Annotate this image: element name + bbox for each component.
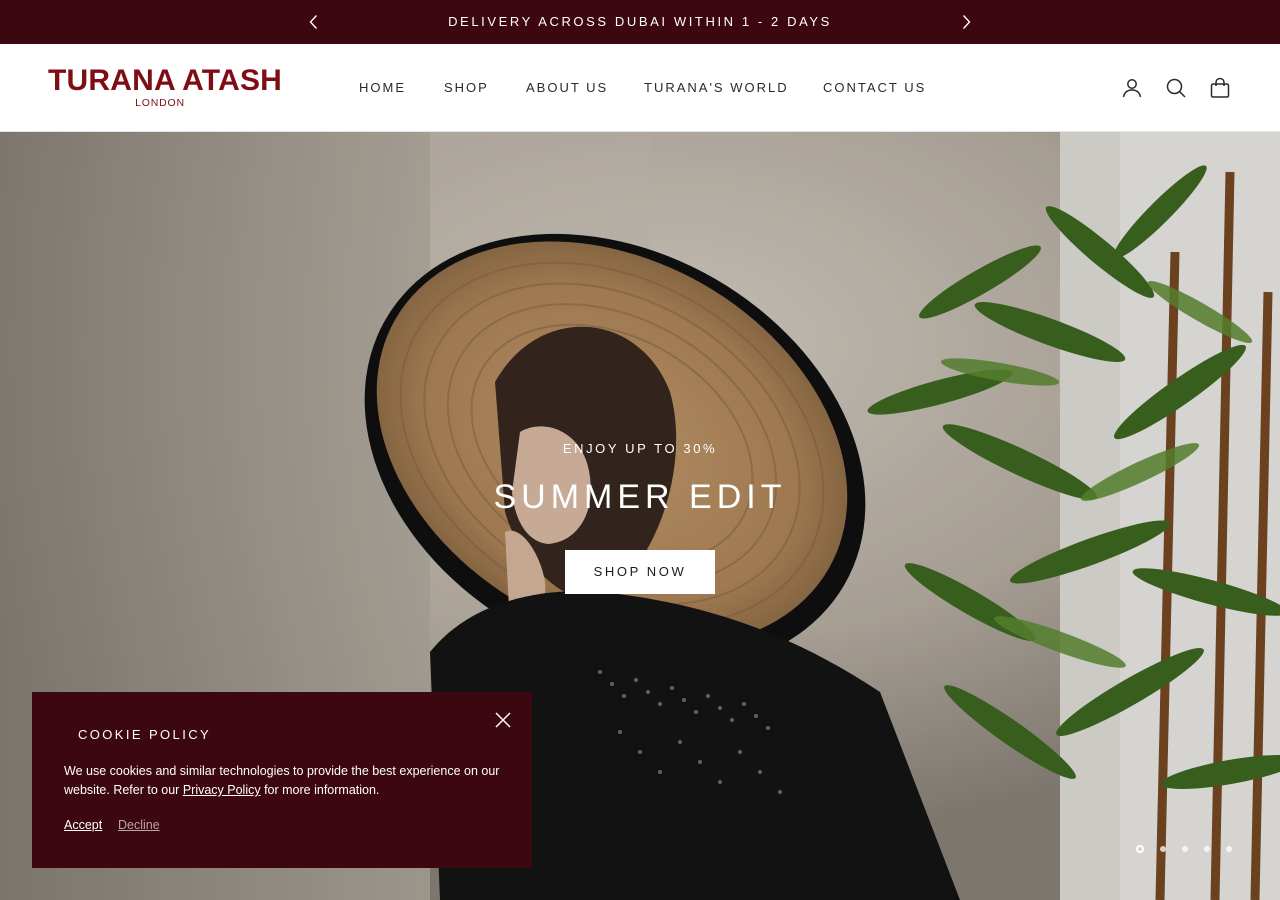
logo-wordmark: TURANA ATASH xyxy=(48,64,283,97)
cookie-title: COOKIE POLICY xyxy=(78,727,212,742)
close-icon[interactable] xyxy=(494,711,512,729)
privacy-policy-link[interactable]: Privacy Policy xyxy=(183,783,261,797)
brand-logo[interactable]: TURANA ATASH LONDON xyxy=(48,64,283,110)
nav-item-turanas-world[interactable]: TURANA'S WORLD xyxy=(644,80,789,95)
hero-eyebrow: ENJOY UP TO 30% xyxy=(562,441,718,456)
nav-item-shop[interactable]: SHOP xyxy=(444,80,489,95)
chevron-right-icon[interactable] xyxy=(956,12,976,32)
slide-dot-5[interactable] xyxy=(1226,846,1232,852)
cookie-banner: COOKIE POLICY We use cookies and similar… xyxy=(32,692,532,868)
cookie-text-after: for more information. xyxy=(260,783,380,797)
accept-button[interactable]: Accept xyxy=(64,818,102,832)
hero-title: SUMMER EDIT xyxy=(493,478,787,516)
announcement-bar: DELIVERY ACROSS DUBAI WITHIN 1 - 2 DAYS xyxy=(0,0,1280,44)
logo-subtitle: LONDON xyxy=(135,97,185,109)
shop-now-button[interactable]: SHOP NOW xyxy=(565,550,715,594)
announcement-text: DELIVERY ACROSS DUBAI WITHIN 1 - 2 DAYS xyxy=(448,14,832,29)
nav-item-about-us[interactable]: ABOUT US xyxy=(526,80,608,95)
slide-dot-3[interactable] xyxy=(1182,846,1188,852)
search-icon[interactable] xyxy=(1164,76,1188,100)
slide-dot-1[interactable] xyxy=(1136,845,1144,853)
cart-bag-icon[interactable] xyxy=(1208,76,1232,100)
nav-item-home[interactable]: HOME xyxy=(359,80,406,95)
slide-dot-2[interactable] xyxy=(1160,846,1166,852)
decline-button[interactable]: Decline xyxy=(118,818,160,832)
site-header: TURANA ATASH LONDON HOME SHOP ABOUT US T… xyxy=(0,44,1280,132)
slide-dot-4[interactable] xyxy=(1204,846,1210,852)
nav-item-contact-us[interactable]: CONTACT US xyxy=(823,80,926,95)
cookie-message: We use cookies and similar technologies … xyxy=(64,762,504,800)
account-icon[interactable] xyxy=(1120,76,1144,100)
